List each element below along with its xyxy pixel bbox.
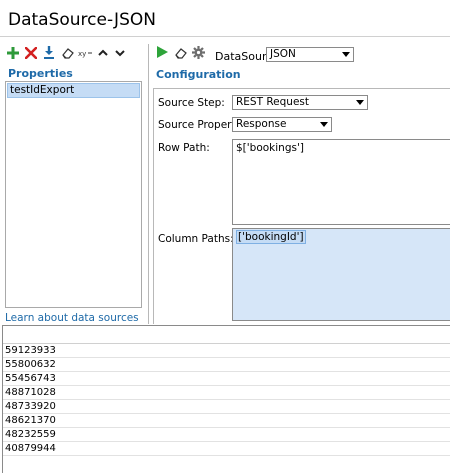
move-up-icon[interactable] — [98, 48, 108, 58]
learn-about-data-sources-link[interactable]: Learn about data sources — [5, 312, 139, 324]
results-grid[interactable]: 59123933 55800632 55456743 48871028 4873… — [2, 325, 450, 473]
column-paths-label: Column Paths: — [158, 233, 234, 245]
table-row[interactable]: 48733920 — [3, 401, 450, 414]
table-row[interactable]: 55800632 — [3, 359, 450, 372]
table-row[interactable]: 48232559 — [3, 429, 450, 442]
source-step-value: REST Request — [236, 96, 309, 108]
delete-icon[interactable] — [25, 47, 37, 59]
title-divider — [0, 36, 450, 37]
clear-icon[interactable] — [61, 47, 74, 59]
source-property-value: Response — [236, 118, 287, 130]
datasource-select[interactable]: JSON — [266, 47, 354, 62]
move-down-icon[interactable] — [115, 48, 125, 58]
table-row[interactable]: 48621370 — [3, 415, 450, 428]
table-row[interactable]: 40879944 — [3, 443, 450, 456]
download-icon[interactable] — [43, 46, 55, 59]
settings-gear-icon[interactable] — [192, 46, 205, 59]
window-title: DataSource-JSON — [8, 10, 156, 30]
source-property-select[interactable]: Response — [232, 117, 332, 132]
source-step-label: Source Step: — [158, 97, 225, 109]
table-row[interactable]: 55456743 — [3, 373, 450, 386]
configuration-panel: Source Step: REST Request Source Propert… — [153, 88, 450, 324]
table-row[interactable]: 59123933 — [3, 345, 450, 358]
xy-icon[interactable]: xy — [78, 48, 93, 58]
properties-label: Properties — [8, 67, 73, 80]
row-path-field[interactable]: $['bookings'] — [232, 139, 450, 225]
datasource-value: JSON — [270, 48, 296, 60]
properties-list-item[interactable]: testIdExport — [7, 83, 140, 98]
column-paths-field[interactable]: ['bookingId'] — [232, 228, 450, 321]
add-icon[interactable] — [7, 47, 19, 59]
chevron-down-icon — [320, 122, 328, 127]
row-path-value: $['bookings'] — [236, 142, 304, 154]
chevron-down-icon — [342, 52, 350, 57]
clear-icon[interactable] — [174, 47, 187, 59]
properties-list[interactable]: testIdExport — [5, 81, 142, 308]
chevron-down-icon — [356, 100, 364, 105]
table-row[interactable]: 48871028 — [3, 387, 450, 400]
configuration-label: Configuration — [156, 68, 241, 81]
source-step-select[interactable]: REST Request — [232, 95, 368, 110]
panel-splitter[interactable] — [148, 44, 149, 324]
run-icon[interactable] — [157, 46, 168, 58]
row-path-label: Row Path: — [158, 142, 210, 154]
svg-text:xy: xy — [78, 50, 86, 58]
column-paths-value: ['bookingId'] — [236, 230, 306, 244]
results-grid-header — [3, 326, 450, 344]
